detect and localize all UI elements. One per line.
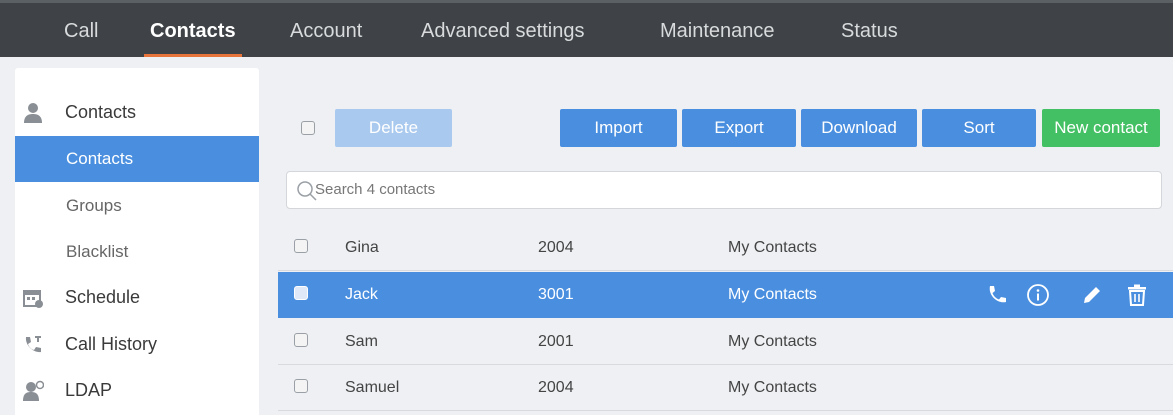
info-icon[interactable] — [1026, 283, 1050, 307]
contact-name: Jack — [345, 286, 378, 303]
sidebar-item-ldap[interactable]: LDAP — [15, 367, 259, 413]
export-button[interactable]: Export — [682, 109, 796, 147]
sidebar-subitem-contacts[interactable]: Contacts — [15, 136, 259, 182]
contact-group: My Contacts — [728, 333, 817, 350]
tab-status[interactable]: Status — [841, 3, 898, 57]
top-nav: Call Contacts Account Advanced settings … — [0, 0, 1173, 57]
sidebar-subitem-label: Blacklist — [66, 242, 129, 261]
contact-name: Sam — [345, 333, 378, 350]
import-button[interactable]: Import — [560, 109, 677, 147]
trash-icon[interactable] — [1125, 283, 1149, 307]
tab-contacts[interactable]: Contacts — [144, 3, 242, 57]
contact-group: My Contacts — [728, 286, 817, 303]
delete-button[interactable]: Delete — [335, 109, 452, 147]
contact-name: Samuel — [345, 379, 400, 396]
tab-account[interactable]: Account — [290, 3, 362, 57]
contact-name: Gina — [345, 239, 379, 256]
sidebar-subitem-blacklist[interactable]: Blacklist — [15, 229, 259, 275]
sidebar-item-label: Contacts — [65, 101, 137, 122]
phone-icon[interactable] — [985, 283, 1009, 307]
row-checkbox[interactable] — [294, 379, 308, 393]
sidebar-item-contacts[interactable]: Contacts — [15, 89, 259, 135]
tab-advanced-settings[interactable]: Advanced settings — [421, 3, 584, 57]
table-row[interactable]: Samuel 2004 My Contacts — [278, 365, 1173, 411]
download-button[interactable]: Download — [801, 109, 917, 147]
sidebar-subitem-groups[interactable]: Groups — [15, 183, 259, 229]
search-input[interactable]: Search 4 contacts — [286, 171, 1162, 209]
contact-group: My Contacts — [728, 379, 817, 396]
search-placeholder: Search 4 contacts — [315, 181, 436, 198]
row-checkbox[interactable] — [294, 286, 308, 300]
sort-button[interactable]: Sort — [922, 109, 1036, 147]
contact-number: 2001 — [538, 333, 574, 350]
ldap-icon — [23, 380, 44, 401]
contact-group: My Contacts — [728, 239, 817, 256]
new-contact-button[interactable]: New contact — [1042, 109, 1160, 147]
row-checkbox[interactable] — [294, 239, 308, 253]
sidebar-item-label: Schedule — [65, 286, 141, 307]
row-checkbox[interactable] — [294, 333, 308, 347]
contact-number: 3001 — [538, 286, 574, 303]
edit-icon[interactable] — [1080, 283, 1104, 307]
table-row[interactable]: Sam 2001 My Contacts — [278, 319, 1173, 365]
call-history-icon — [25, 336, 41, 353]
table-row[interactable]: Gina 2004 My Contacts — [278, 225, 1173, 271]
sidebar: Contacts Contacts Groups Blacklist Sched… — [15, 68, 259, 415]
sidebar-item-call-history[interactable]: Call History — [15, 321, 259, 367]
tab-maintenance[interactable]: Maintenance — [660, 3, 775, 57]
contact-number: 2004 — [538, 379, 574, 396]
tab-call[interactable]: Call — [64, 3, 98, 57]
select-all-checkbox[interactable] — [301, 121, 315, 135]
calendar-icon — [23, 290, 43, 308]
sidebar-subitem-label: Groups — [66, 196, 122, 215]
sidebar-item-schedule[interactable]: Schedule — [15, 274, 259, 320]
table-row-selected[interactable]: Jack 3001 My Contacts — [278, 272, 1173, 318]
contact-number: 2004 — [538, 239, 574, 256]
person-icon — [24, 103, 42, 123]
sidebar-subitem-label: Contacts — [66, 149, 134, 168]
sidebar-item-label: LDAP — [65, 379, 113, 400]
sidebar-item-label: Call History — [65, 333, 158, 354]
